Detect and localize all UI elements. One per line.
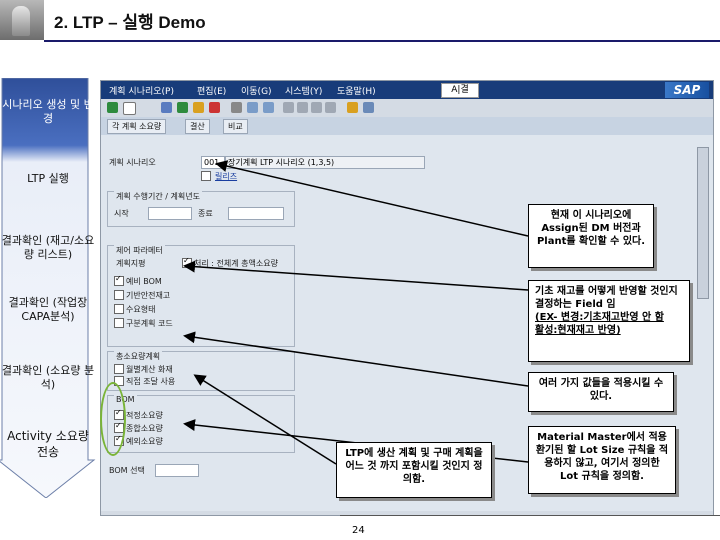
callout-initial-stock-line1: 기초 재고를 어떻게 반영할 것인지 결정하는 Field 임: [535, 286, 678, 310]
callout-initial-stock-line2: (EX- 변경:기초재고반영 안 함: [535, 312, 664, 323]
callout-values: 여러 가지 값들을 적용시킬 수 있다.: [528, 372, 674, 412]
callout-initial-stock: 기초 재고를 어떻게 반영할 것인지 결정하는 Field 임 (EX- 변경:…: [528, 280, 690, 362]
callout-version: 현재 이 시나리오에 Assign된 DM 버전과 Plant를 확인할 수 있…: [528, 204, 654, 268]
page-number: 24: [352, 525, 365, 536]
footer-line: [340, 515, 720, 516]
callout-initial-stock-line3: 활성:현재재고 반영): [535, 325, 621, 336]
callout-lot-size: Material Master에서 적용 환기된 할 Lot Size 규칙을 …: [528, 426, 676, 494]
callout-ltp-scope: LTP에 생산 계획 및 구매 계획을 어느 것 까지 포함시킬 것인지 정의함…: [336, 442, 492, 498]
